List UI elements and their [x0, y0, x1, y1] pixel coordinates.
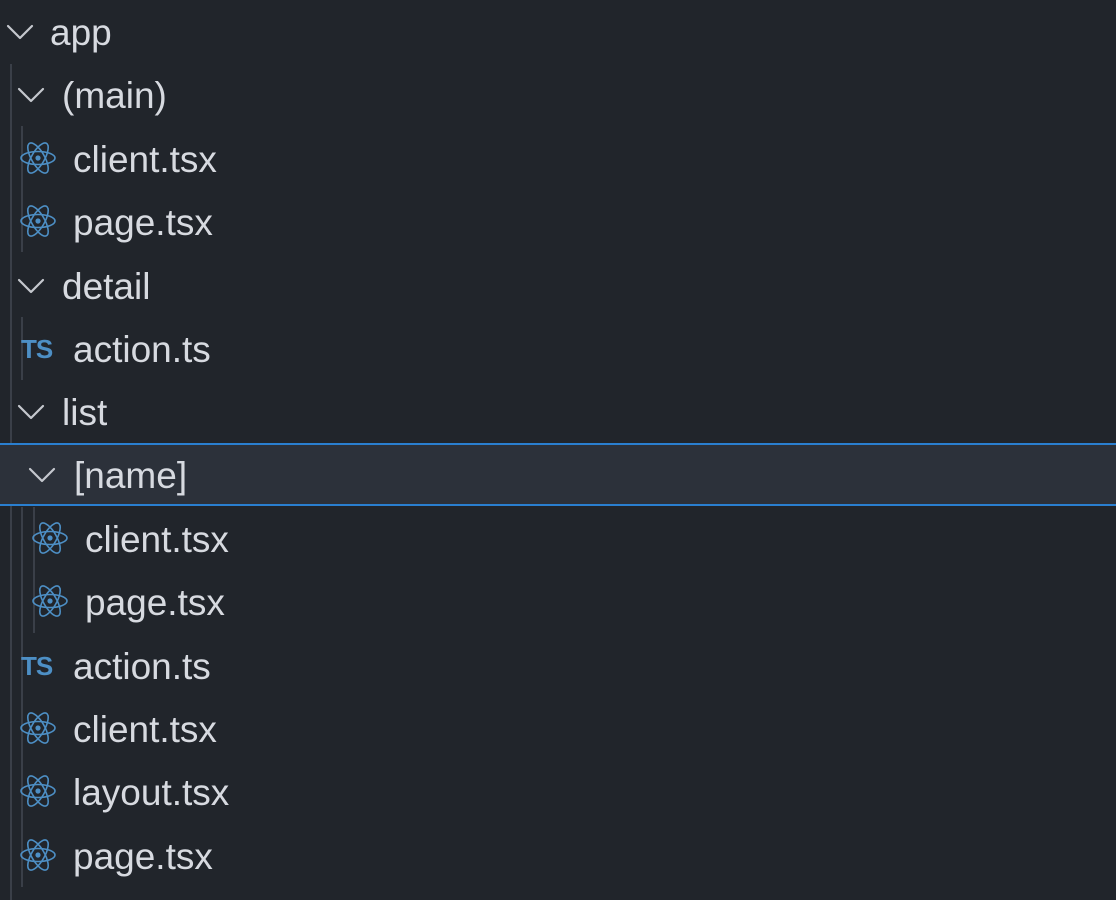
react-icon — [19, 772, 57, 810]
react-icon — [19, 139, 57, 177]
file-row[interactable]: layout.tsx — [0, 760, 1116, 823]
folder-label: (main) — [62, 75, 167, 116]
react-icon — [19, 709, 57, 747]
chevron-down-icon[interactable] — [17, 398, 45, 426]
file-row[interactable]: client.tsx — [0, 697, 1116, 760]
react-icon — [19, 836, 57, 874]
folder-row-name[interactable]: [name] — [0, 443, 1116, 506]
chevron-down-icon[interactable] — [17, 272, 45, 300]
file-row[interactable]: page.tsx — [0, 824, 1116, 887]
file-label: action.ts — [73, 646, 211, 687]
file-explorer-tree: app (main) client.tsx page.tsx detail TS… — [0, 0, 1116, 900]
file-row[interactable]: client.tsx — [0, 127, 1116, 190]
file-label: client.tsx — [73, 139, 217, 180]
file-row[interactable]: TS action.ts — [0, 317, 1116, 380]
typescript-icon: TS — [21, 334, 53, 364]
folder-row-app[interactable]: app — [0, 0, 1116, 63]
file-label: layout.tsx — [73, 772, 230, 813]
folder-row-list[interactable]: list — [0, 380, 1116, 443]
file-label: action.ts — [73, 329, 211, 370]
file-row[interactable]: page.tsx — [0, 570, 1116, 633]
file-label: client.tsx — [73, 709, 217, 750]
folder-label: app — [50, 12, 112, 53]
file-row[interactable]: page.tsx — [0, 190, 1116, 253]
react-icon — [31, 582, 69, 620]
typescript-icon: TS — [21, 651, 53, 681]
file-label: client.tsx — [85, 519, 229, 560]
chevron-down-icon[interactable] — [6, 18, 34, 46]
chevron-down-icon[interactable] — [17, 81, 45, 109]
file-label: page.tsx — [73, 202, 213, 243]
folder-label: list — [62, 392, 108, 433]
folder-label: detail — [62, 266, 151, 307]
folder-row-detail[interactable]: detail — [0, 254, 1116, 317]
folder-label: [name] — [74, 455, 188, 496]
file-label: page.tsx — [85, 582, 225, 623]
file-row[interactable]: client.tsx — [0, 507, 1116, 570]
file-row[interactable]: TS action.ts — [0, 634, 1116, 697]
folder-row-main[interactable]: (main) — [0, 63, 1116, 126]
file-label: page.tsx — [73, 836, 213, 877]
chevron-down-icon[interactable] — [28, 461, 56, 489]
react-icon — [31, 519, 69, 557]
react-icon — [19, 202, 57, 240]
